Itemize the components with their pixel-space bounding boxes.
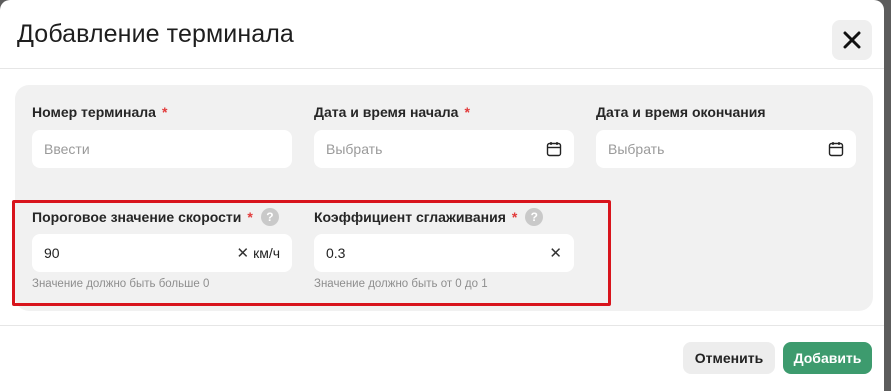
end-datetime-label-text: Дата и время окончания <box>596 104 766 120</box>
dialog-title: Добавление терминала <box>17 20 294 48</box>
required-mark: * <box>247 209 253 225</box>
footer-divider <box>0 325 884 326</box>
close-icon <box>843 31 861 49</box>
speed-threshold-label-text: Пороговое значение скорости <box>32 209 242 225</box>
end-datetime-label: Дата и время окончания <box>596 104 766 120</box>
smoothing-label-text: Коэффициент сглаживания <box>314 209 506 225</box>
smoothing-label: Коэффициент сглаживания * ? <box>314 208 544 226</box>
speed-threshold-label: Пороговое значение скорости * ? <box>32 208 279 226</box>
end-datetime-placeholder: Выбрать <box>608 141 665 157</box>
smoothing-hint: Значение должно быть от 0 до 1 <box>314 278 488 290</box>
help-icon[interactable]: ? <box>260 208 279 226</box>
speed-threshold-value: 90 <box>44 245 60 261</box>
calendar-icon[interactable] <box>546 141 562 157</box>
end-datetime-input[interactable]: Выбрать <box>596 130 856 168</box>
terminal-number-input[interactable]: Ввести <box>32 130 292 168</box>
start-datetime-placeholder: Выбрать <box>326 141 383 157</box>
calendar-icon[interactable] <box>828 141 844 157</box>
dialog-header: Добавление терминала <box>0 0 884 69</box>
smoothing-input[interactable]: 0.3 ✕ <box>314 234 574 272</box>
smoothing-value: 0.3 <box>326 245 346 261</box>
add-terminal-dialog: Добавление терминала Номер терминала * В… <box>0 0 884 391</box>
required-mark: * <box>511 209 518 225</box>
required-mark: * <box>464 104 470 120</box>
speed-threshold-hint: Значение должно быть больше 0 <box>32 278 210 290</box>
start-datetime-input[interactable]: Выбрать <box>314 130 574 168</box>
form-panel: Номер терминала * Ввести Дата и время на… <box>15 85 873 311</box>
close-button[interactable] <box>832 20 872 60</box>
cancel-button[interactable]: Отменить <box>683 342 775 374</box>
clear-icon[interactable]: ✕ <box>549 244 562 262</box>
speed-threshold-input[interactable]: 90 ✕ км/ч <box>32 234 292 272</box>
add-button[interactable]: Добавить <box>783 342 872 374</box>
terminal-number-label: Номер терминала * <box>32 104 167 120</box>
clear-icon[interactable]: ✕ <box>236 244 249 262</box>
terminal-number-placeholder: Ввести <box>44 141 90 157</box>
speed-unit: км/ч <box>253 245 280 261</box>
help-icon[interactable]: ? <box>525 208 544 226</box>
start-datetime-label: Дата и время начала * <box>314 104 470 120</box>
terminal-number-label-text: Номер терминала <box>32 104 156 120</box>
required-mark: * <box>161 104 168 120</box>
start-datetime-label-text: Дата и время начала <box>314 104 459 120</box>
